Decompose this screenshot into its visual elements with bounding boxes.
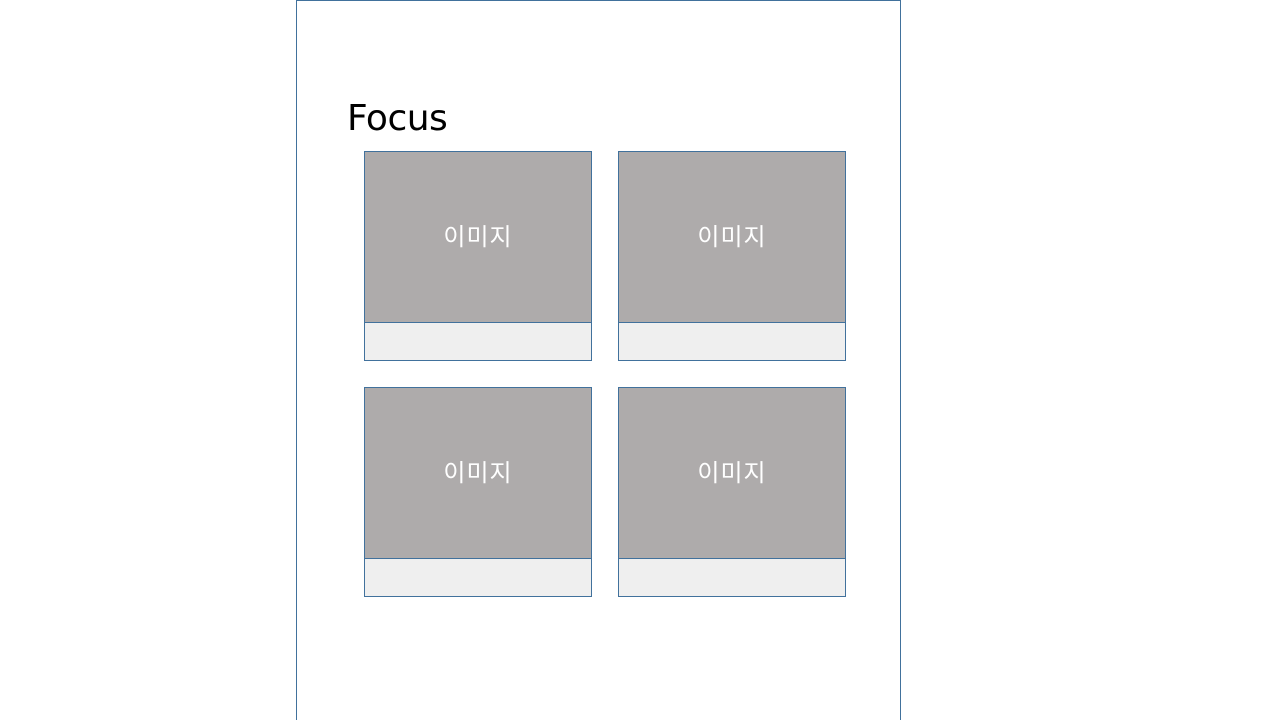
- page-frame: Focus 이미지 이미지 이미지 이미지: [296, 0, 901, 720]
- card-caption[interactable]: [618, 322, 846, 361]
- card-image-placeholder[interactable]: 이미지: [618, 151, 846, 323]
- card-caption[interactable]: [618, 558, 846, 597]
- focus-card[interactable]: 이미지: [364, 387, 592, 597]
- card-image-placeholder[interactable]: 이미지: [364, 387, 592, 559]
- card-image-label: 이미지: [697, 458, 767, 487]
- card-image-placeholder[interactable]: 이미지: [364, 151, 592, 323]
- focus-card[interactable]: 이미지: [364, 151, 592, 361]
- focus-card[interactable]: 이미지: [618, 151, 846, 361]
- card-image-label: 이미지: [443, 222, 513, 251]
- card-caption[interactable]: [364, 558, 592, 597]
- card-caption[interactable]: [364, 322, 592, 361]
- focus-card[interactable]: 이미지: [618, 387, 846, 597]
- card-image-label: 이미지: [443, 458, 513, 487]
- card-image-placeholder[interactable]: 이미지: [618, 387, 846, 559]
- section-title: Focus: [347, 98, 448, 139]
- card-image-label: 이미지: [697, 222, 767, 251]
